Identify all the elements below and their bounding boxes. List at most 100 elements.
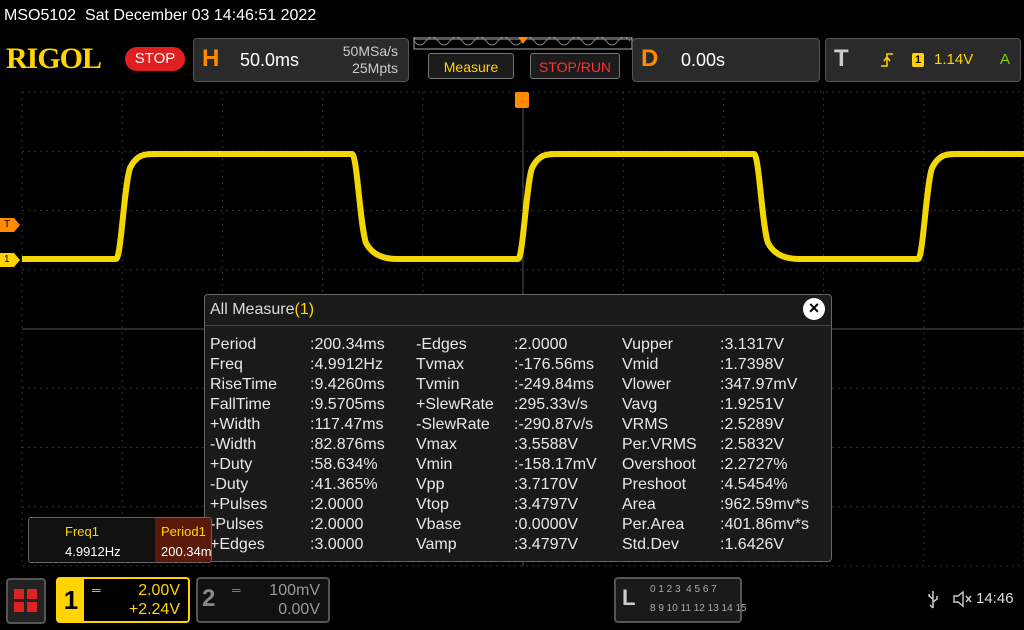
measure-row: Vavg :1.9251V (622, 395, 822, 415)
measure-name: Vmid (622, 356, 659, 373)
measure-value: :2.0000 (310, 496, 364, 513)
horizontal-letter: H (202, 45, 220, 72)
measure-row: +Duty:58.634% (210, 455, 410, 475)
delay-value: 0.00s (681, 50, 726, 70)
measure-value: :401.86mv*s (720, 516, 809, 533)
measure-row: Vmin:-158.17mV (416, 455, 616, 475)
rigol-logo: RIGOL (6, 42, 102, 75)
measure-row: RiseTime :9.4260ms (210, 375, 410, 395)
measure-value: :3.4797V (514, 536, 579, 553)
quick-measure-box[interactable]: Freq1 4.9912Hz Period1 200.34ms (28, 517, 212, 563)
freq-label: Freq1 (65, 524, 99, 539)
measure-value: :2.0000 (310, 516, 364, 533)
measure-name: Vupper (622, 336, 673, 353)
all-measure-panel: All Measure(1) × Period:200.34ms Freq:4.9… (204, 294, 832, 562)
measure-name: Vtop (416, 496, 449, 513)
measure-name: -Width (210, 436, 257, 453)
measure-row: -Pulses:2.0000 (210, 515, 410, 535)
measure-row: Area :962.59mv*s (622, 495, 822, 515)
measure-value: :2.0000 (514, 336, 568, 353)
delay-panel[interactable]: D 0.00s (632, 38, 820, 82)
measure-value: :2.5289V (720, 416, 785, 433)
measure-value: :1.7398V (720, 356, 785, 373)
measure-value: :962.59mv*s (720, 496, 809, 513)
measure-value: :3.4797V (514, 496, 579, 513)
measure-value: :295.33v/s (514, 396, 588, 413)
measure-value: :200.34ms (310, 336, 385, 353)
top-toolbar: RIGOL STOP H 50.0ms 50MSa/s 25Mpts Measu… (0, 34, 1024, 86)
memory-depth: 25Mpts (352, 60, 398, 76)
measure-row: Std.Dev :1.6426V (622, 535, 822, 555)
measure-name: Vpp (416, 476, 445, 493)
logic-panel[interactable]: L 0 1 2 3 4 5 6 7 8 9 10 11 12 13 14 15 (614, 577, 747, 623)
channel2-panel[interactable]: 2 ═ 100mV 0.00V (196, 577, 330, 623)
channel1-offset: +2.24V (128, 601, 180, 618)
channel1-panel[interactable]: 1 ═ 2.00V +2.24V (56, 577, 190, 623)
measure-row: +Pulses:2.0000 (210, 495, 410, 515)
timebase-value: 50.0ms (240, 50, 300, 70)
measure-name: Overshoot (622, 456, 696, 473)
title-bar: MSO5102 Sat December 03 14:46:51 2022 (0, 0, 1024, 34)
measure-value: :41.365% (310, 476, 378, 493)
measure-value: :4.9912Hz (310, 356, 383, 373)
measure-name: Vmax (416, 436, 457, 453)
measure-name: -SlewRate (416, 416, 490, 433)
logic-channels-row2: 8 9 10 11 12 13 14 15 (650, 603, 747, 614)
measure-name: Vavg (622, 396, 658, 413)
measure-row: Vpp :3.7170V (416, 475, 616, 495)
measure-name: Period (210, 336, 257, 353)
measure-column: Vupper :3.1317V Vmid :1.7398V Vlower:347.97m… (622, 335, 822, 555)
measure-name: Std.Dev (622, 536, 679, 553)
menu-button[interactable] (6, 578, 46, 624)
measure-name: Vlower (622, 376, 671, 393)
measure-value: :-249.84ms (514, 376, 595, 393)
speaker-muted-icon[interactable] (952, 590, 972, 608)
usb-icon (928, 591, 938, 609)
measure-value: :58.634% (310, 456, 378, 473)
measure-row: Period :200.34ms (210, 335, 410, 355)
horizontal-panel[interactable]: H 50.0ms 50MSa/s 25Mpts (193, 38, 409, 82)
measure-value: :1.6426V (720, 536, 785, 553)
measure-name: RiseTime (210, 376, 277, 393)
run-state-badge[interactable]: STOP (125, 47, 185, 71)
grid-menu-icon (14, 589, 38, 613)
measure-row: Tvmin:-249.84ms (416, 375, 616, 395)
dc-coupling-icon: ═ (92, 583, 101, 597)
trigger-source-badge: 1 (912, 53, 924, 67)
channel2-number: 2 (202, 585, 216, 612)
measure-name: Area (622, 496, 656, 513)
measure-value: :0.0000V (514, 516, 579, 533)
measure-row: Overshoot :2.2727% (622, 455, 822, 475)
trigger-position-marker[interactable] (515, 92, 529, 108)
measure-button[interactable]: Measure (428, 53, 514, 79)
stop-run-button[interactable]: STOP/RUN (530, 53, 620, 79)
channel2-scale: 100mV (269, 582, 320, 599)
period-value: 200.34ms (161, 544, 212, 559)
measure-row: Tvmax:-176.56ms (416, 355, 616, 375)
measure-row: Vupper :3.1317V (622, 335, 822, 355)
measure-name: Vbase (416, 516, 462, 533)
measure-value: :-290.87v/s (514, 416, 594, 433)
rising-edge-icon (881, 53, 893, 67)
measure-value: :2.2727% (720, 456, 788, 473)
all-measure-header: All Measure(1) × (205, 295, 831, 326)
measure-column: -Edges:2.0000 Tvmax:-176.56ms Tvmin:-249.8… (416, 335, 616, 555)
measure-value: :9.4260ms (310, 376, 385, 393)
period-label: Period1 (161, 524, 206, 539)
channel1-scale: 2.00V (138, 582, 180, 599)
trigger-panel[interactable]: T 1 1.14V A (825, 38, 1021, 82)
measure-row: Vlower:347.97mV (622, 375, 822, 395)
close-icon[interactable]: × (803, 298, 825, 320)
measure-name: Preshoot (622, 476, 687, 493)
measure-name: FallTime (210, 396, 271, 413)
measure-value: :3.1317V (720, 336, 785, 353)
measure-value: :3.7170V (514, 476, 579, 493)
measure-row: Per.VRMS:2.5832V (622, 435, 822, 455)
measure-row: Vmid :1.7398V (622, 355, 822, 375)
measure-name: Vamp (416, 536, 457, 553)
measure-name: -Duty (210, 476, 249, 493)
measure-value: :1.9251V (720, 396, 785, 413)
channel2-offset: 0.00V (278, 601, 320, 618)
measure-row: Per.Area:401.86mv*s (622, 515, 822, 535)
logic-letter: L (622, 585, 636, 610)
